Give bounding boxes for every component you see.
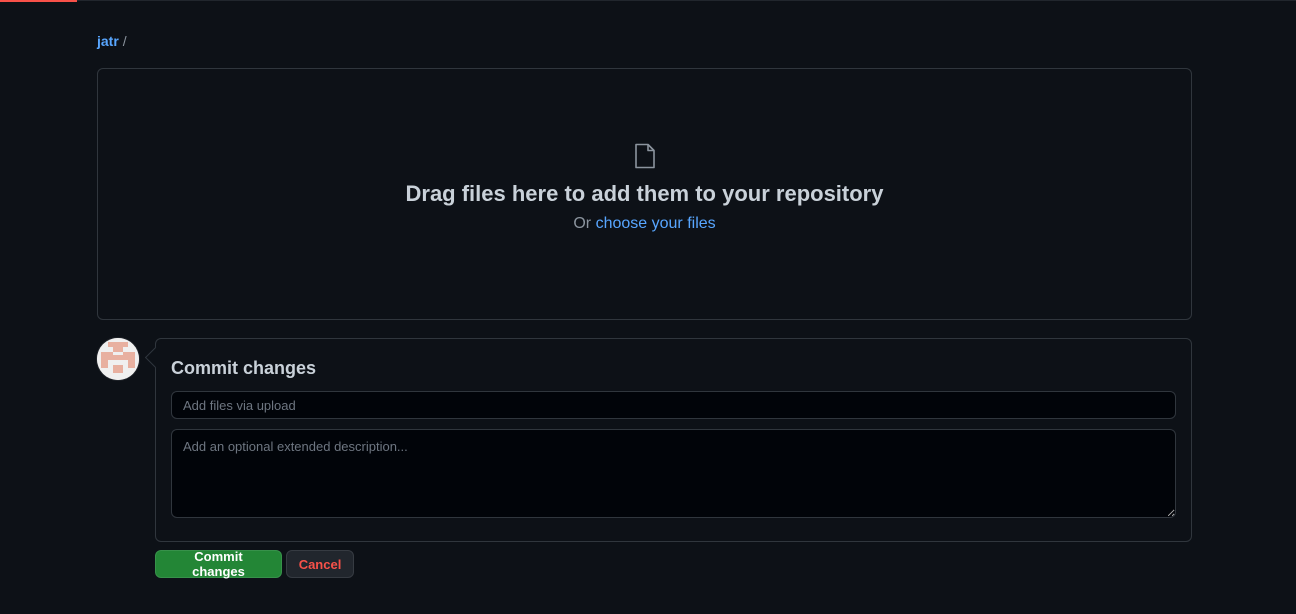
- page-loading-progress-bar: [0, 0, 77, 2]
- commit-form-title: Commit changes: [171, 358, 317, 378]
- breadcrumb-repo-owner-link[interactable]: jatr: [97, 33, 119, 49]
- commit-summary-input[interactable]: [171, 391, 1176, 419]
- upload-page: jatr / Drag files here to add them to yo…: [0, 0, 1296, 614]
- breadcrumb-separator: /: [122, 33, 127, 49]
- commit-actions: Commit changes Cancel: [155, 549, 354, 579]
- dropzone-subtitle: Or choose your files: [573, 215, 715, 233]
- dropzone-or-text: Or: [573, 215, 592, 232]
- commit-changes-button[interactable]: Commit changes: [155, 549, 282, 579]
- file-icon: [634, 143, 655, 169]
- identicon-image: [97, 338, 139, 380]
- commit-form: Commit changes: [144, 338, 1192, 542]
- cancel-button[interactable]: Cancel: [286, 550, 354, 578]
- file-dropzone[interactable]: Drag files here to add them to your repo…: [97, 68, 1192, 320]
- choose-files-link[interactable]: choose your files: [596, 215, 716, 232]
- breadcrumb: jatr /: [97, 33, 127, 49]
- avatar: [97, 338, 139, 380]
- commit-form-pointer: [144, 346, 167, 369]
- commit-description-input[interactable]: [171, 429, 1176, 518]
- dropzone-title: Drag files here to add them to your repo…: [405, 181, 884, 206]
